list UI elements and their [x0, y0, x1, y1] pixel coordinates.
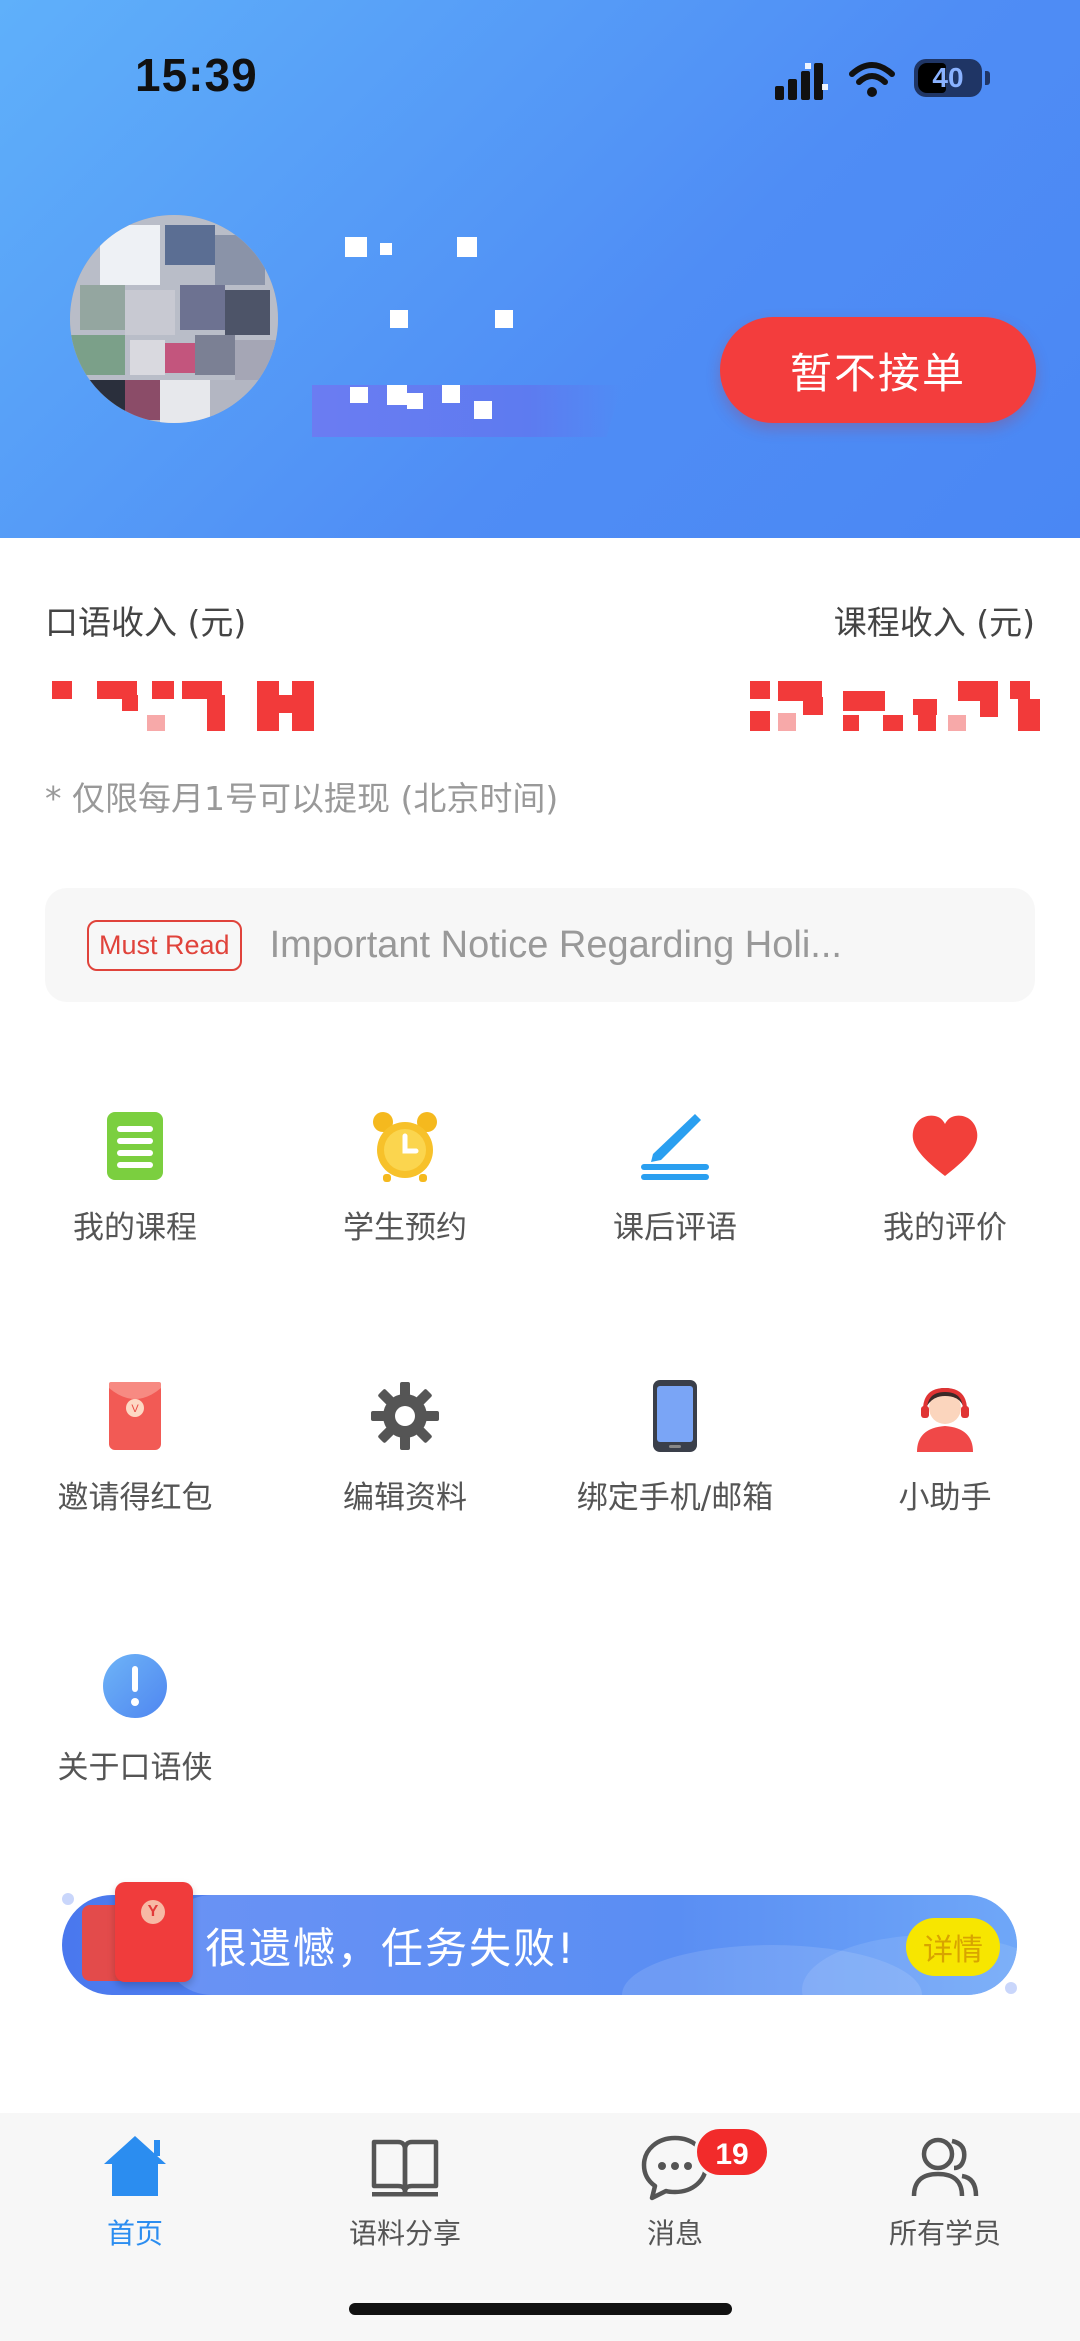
tab-label: 消息 — [646, 2217, 703, 2250]
users-icon — [910, 2132, 980, 2202]
tab-home[interactable]: 首页 — [0, 2132, 270, 2252]
home-icon — [100, 2132, 170, 2202]
phone-icon — [639, 1380, 711, 1452]
tab-all-students[interactable]: 所有学员 — [810, 2132, 1080, 2252]
tab-label: 语料分享 — [348, 2217, 461, 2250]
menu-label: 课后评语 — [613, 1210, 737, 1246]
tab-label: 首页 — [106, 2217, 163, 2250]
red-envelope-icon: V — [99, 1380, 171, 1452]
pen-comment-icon — [639, 1110, 711, 1182]
red-envelope-decor-front: Y — [115, 1882, 193, 1982]
course-income-value — [748, 675, 1048, 735]
course-book-icon — [99, 1110, 171, 1182]
info-icon — [99, 1650, 171, 1722]
menu-student-booking[interactable]: 学生预约 — [270, 1110, 540, 1247]
task-status-text: 很遗憾，任务失败! — [205, 1924, 576, 1973]
teacher-name — [345, 225, 545, 345]
menu-edit-profile[interactable]: 编辑资料 — [270, 1380, 540, 1517]
tab-corpus-share[interactable]: 语料分享 — [270, 2132, 540, 2252]
alarm-clock-icon — [369, 1110, 441, 1182]
menu-assistant[interactable]: 小助手 — [810, 1380, 1080, 1517]
battery-tip — [985, 71, 990, 85]
speaking-income-label: 口语收入 (元) — [45, 603, 247, 642]
message-count-badge: 19 — [694, 2126, 770, 2178]
home-indicator — [349, 2303, 732, 2315]
menu-about[interactable]: 关于口语侠 — [0, 1650, 270, 1787]
battery-level: 40 — [932, 62, 964, 93]
menu-label: 我的评价 — [883, 1210, 1007, 1246]
menu-label: 邀请得红包 — [57, 1480, 213, 1516]
menu-label: 绑定手机/邮箱 — [576, 1480, 774, 1516]
task-detail-button[interactable]: 详情 — [906, 1918, 1000, 1976]
svg-text:V: V — [131, 1403, 139, 1415]
menu-label: 我的课程 — [73, 1210, 197, 1246]
decor-dot — [62, 1893, 74, 1905]
course-income-label: 课程收入 (元) — [833, 603, 1035, 642]
pause-orders-button[interactable]: 暂不接单 — [720, 317, 1036, 423]
notice-banner[interactable]: Must Read Important Notice Regarding Hol… — [45, 888, 1035, 1002]
menu-label: 学生预约 — [343, 1210, 467, 1246]
must-read-tag: Must Read — [87, 919, 242, 971]
book-icon — [370, 2132, 440, 2202]
status-time: 15:39 — [135, 49, 258, 101]
menu-label: 小助手 — [898, 1480, 992, 1516]
wifi-icon — [849, 62, 895, 97]
menu-bind-phone-email[interactable]: 绑定手机/邮箱 — [540, 1380, 810, 1517]
menu-after-class-comments[interactable]: 课后评语 — [540, 1110, 810, 1247]
battery-icon: 40 — [914, 59, 982, 97]
gear-icon — [369, 1380, 441, 1452]
cellular-signal-icon — [775, 63, 828, 100]
teacher-id — [312, 385, 622, 437]
avatar[interactable] — [70, 215, 278, 423]
menu-invite-red-envelope[interactable]: V 邀请得红包 — [0, 1380, 270, 1517]
speaking-income-value — [52, 675, 342, 735]
notice-text: Important Notice Regarding Holi... — [269, 923, 842, 966]
menu-my-courses[interactable]: 我的课程 — [0, 1110, 270, 1247]
menu-label: 关于口语侠 — [57, 1750, 213, 1786]
menu-label: 编辑资料 — [343, 1480, 467, 1516]
withdrawal-note: * 仅限每月1号可以提现 (北京时间) — [45, 779, 559, 818]
heart-icon — [909, 1110, 981, 1182]
assistant-icon — [909, 1380, 981, 1452]
tab-label: 所有学员 — [888, 2217, 1001, 2250]
menu-my-ratings[interactable]: 我的评价 — [810, 1110, 1080, 1247]
